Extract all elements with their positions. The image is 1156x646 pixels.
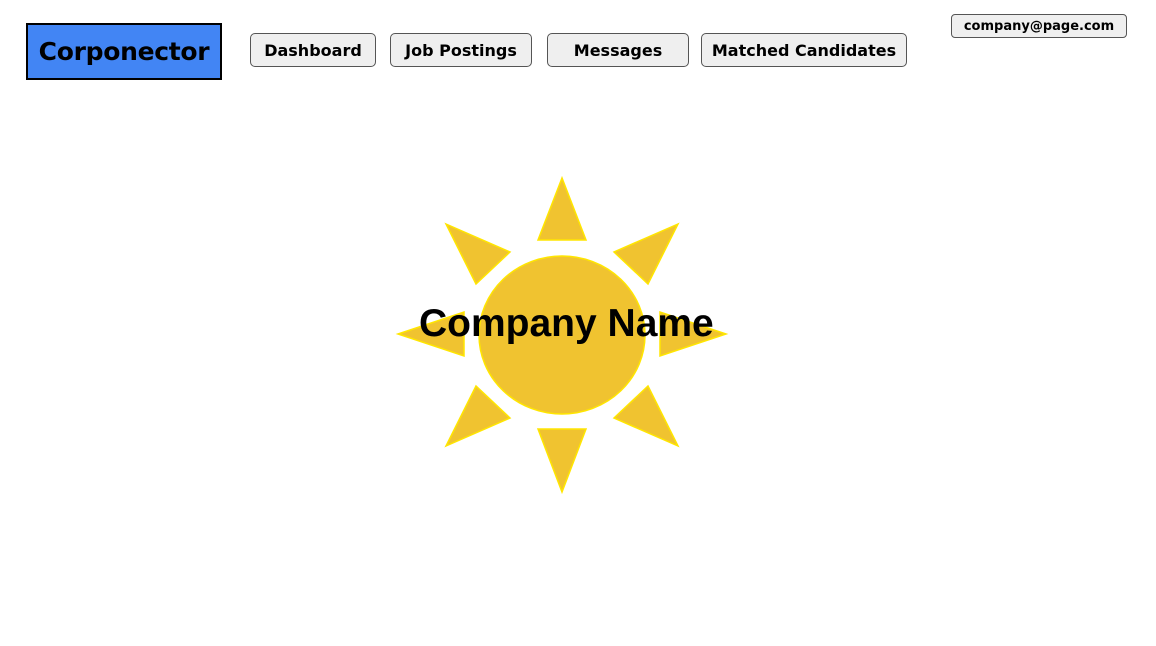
sun-ray-bottom: [536, 428, 588, 495]
app-logo[interactable]: Corponector: [26, 23, 222, 80]
nav-dashboard-button[interactable]: Dashboard: [250, 33, 376, 67]
account-email-button[interactable]: company@page.com: [951, 14, 1127, 38]
sun-ray-bottom-left: [444, 384, 512, 448]
sun-ray-top-right: [612, 222, 680, 286]
nav-job-postings-button[interactable]: Job Postings: [390, 33, 532, 67]
company-name-heading: Company Name: [419, 302, 714, 345]
sun-ray-top: [536, 175, 588, 241]
page: Corponector Dashboard Job Postings Messa…: [0, 0, 1156, 646]
sun-ray-bottom-right: [612, 384, 680, 448]
nav-matched-candidates-button[interactable]: Matched Candidates: [701, 33, 907, 67]
sun-ray-top-left: [444, 222, 512, 286]
nav-messages-button[interactable]: Messages: [547, 33, 689, 67]
